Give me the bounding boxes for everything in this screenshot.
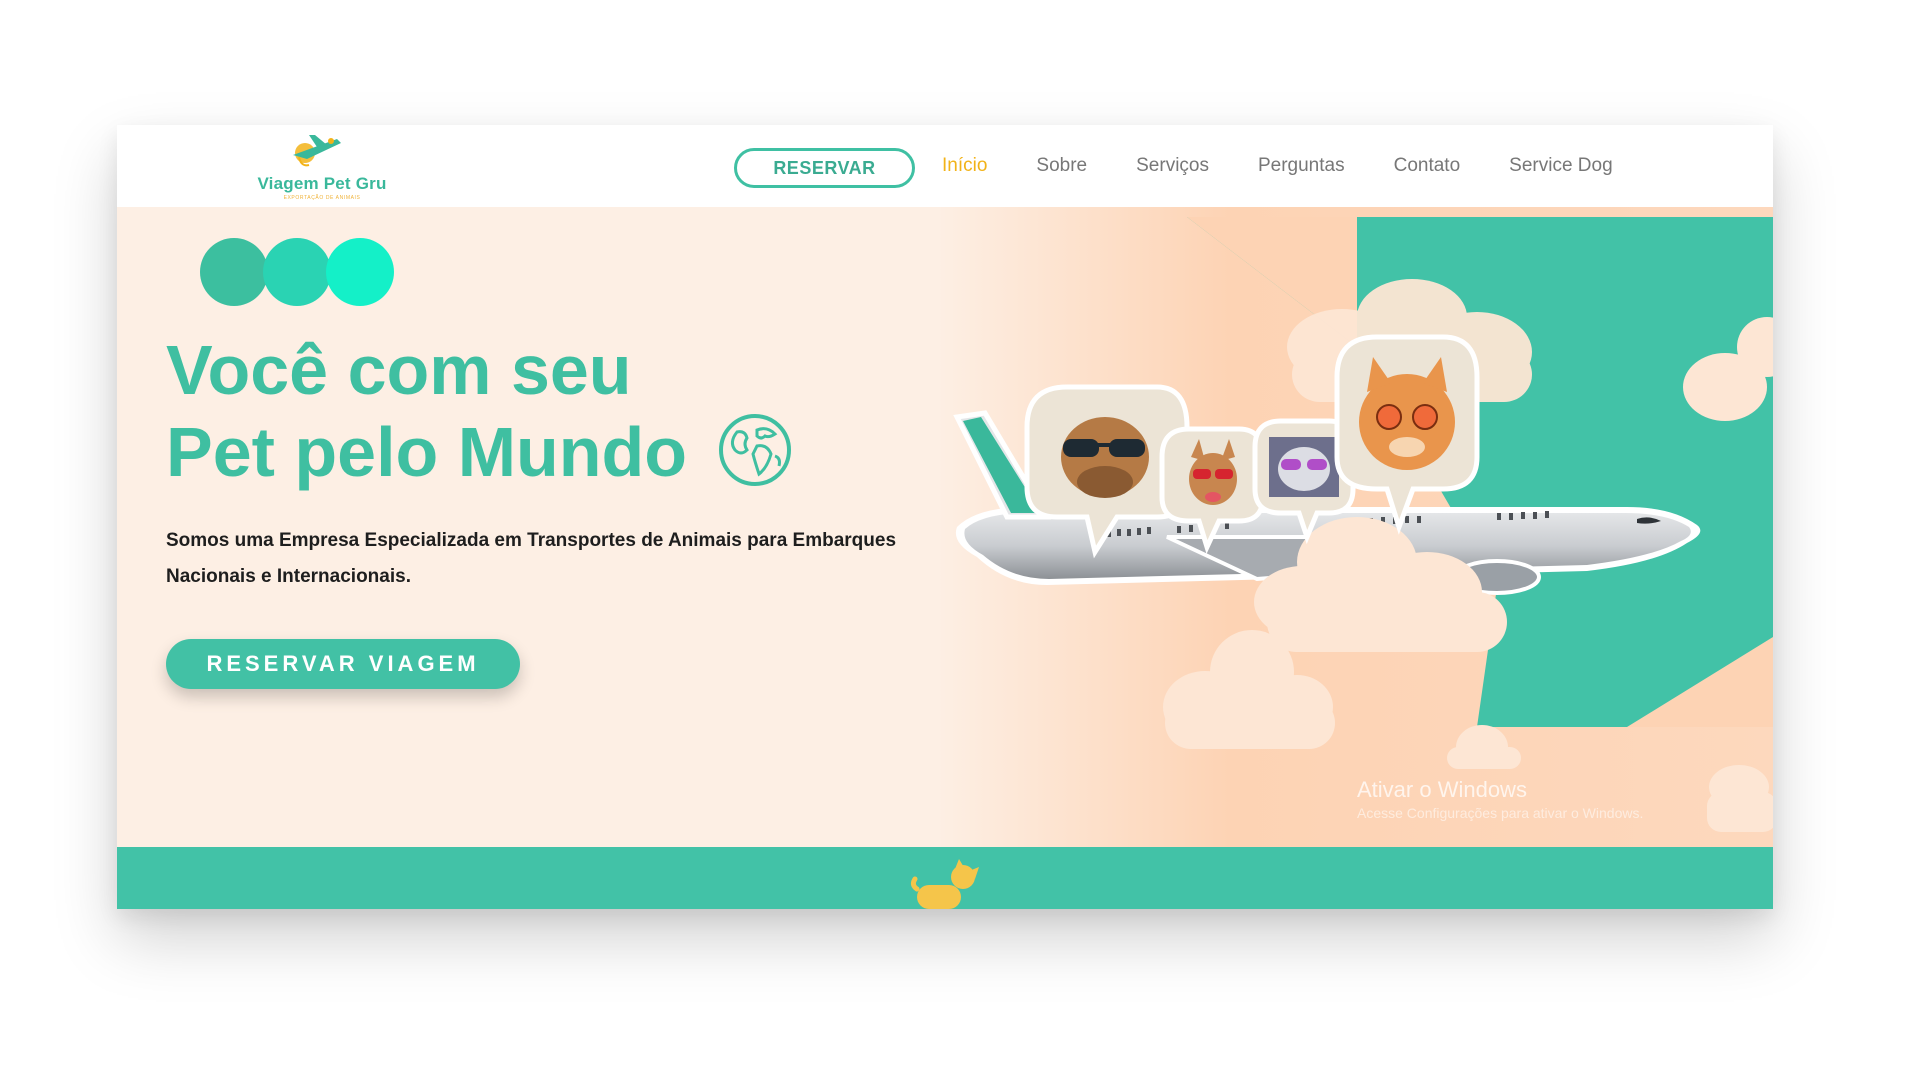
hero-headline-line1: Você com seu [166,331,632,409]
decor-dot-3 [326,238,394,306]
decor-dot-1 [200,238,268,306]
nav-link-contato[interactable]: Contato [1394,155,1461,177]
decor-dot-2 [263,238,331,306]
decorative-dots [200,238,400,308]
hero-description: Somos uma Empresa Especializada em Trans… [166,530,897,587]
hero-headline: Você com seu Pet pelo Mundo [166,329,866,493]
footer-band [117,847,1773,909]
logo-title: Viagem Pet Gru [257,174,387,193]
hero-headline-line2: Pet pelo Mundo [166,413,688,491]
nav-link-perguntas[interactable]: Perguntas [1258,155,1345,177]
reserve-button[interactable]: RESERVAR [734,148,915,188]
page-frame: Viagem Pet Gru EXPORTAÇÃO DE ANIMAIS RES… [117,125,1773,909]
globe-icon [718,414,791,486]
windows-activation-watermark: Ativar o Windows Acesse Configurações pa… [1357,777,1643,821]
logo[interactable]: Viagem Pet Gru EXPORTAÇÃO DE ANIMAIS [242,131,402,203]
reserve-trip-button[interactable]: RESERVAR VIAGEM [166,639,520,689]
watermark-title: Ativar o Windows [1357,777,1527,802]
nav-link-sobre[interactable]: Sobre [1036,155,1087,177]
watermark-subtitle: Acesse Configurações para ativar o Windo… [1357,805,1644,821]
logo-tagline: EXPORTAÇÃO DE ANIMAIS [283,195,361,201]
nav-link-inicio[interactable]: Início [942,155,987,177]
dog-icon [910,859,979,909]
logo-plane-icon [293,135,341,167]
nav-link-service-dog[interactable]: Service Dog [1509,155,1613,177]
airplane-with-pets-illustration [937,207,1773,847]
nav-link-servicos[interactable]: Serviços [1136,155,1209,177]
nav-menu: Início Sobre Serviços Perguntas Contato … [942,125,1662,207]
navbar: Viagem Pet Gru EXPORTAÇÃO DE ANIMAIS RES… [117,125,1773,207]
